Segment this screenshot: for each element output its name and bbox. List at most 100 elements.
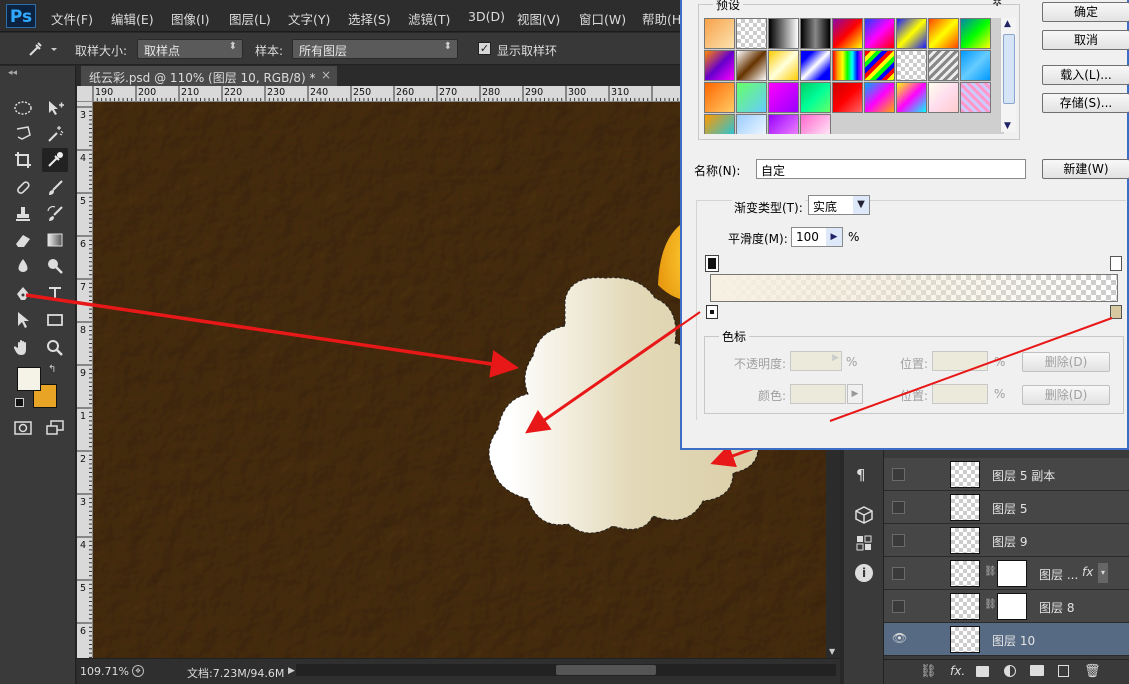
save-button[interactable]: 存储(S)... [1042, 93, 1129, 113]
opacity-stop-right[interactable] [1110, 256, 1122, 271]
layer-name[interactable]: 图层 8 [1039, 599, 1074, 616]
swap-colors-icon[interactable]: ↰ [48, 364, 56, 375]
menu-window[interactable]: 窗口(W) [579, 9, 626, 28]
quick-mask-button[interactable] [10, 416, 36, 440]
status-expand-icon[interactable]: ▶ [288, 666, 295, 676]
chevron-right-icon[interactable]: ▶ [826, 228, 842, 246]
menu-view[interactable]: 视图(V) [517, 9, 560, 28]
horizontal-scrollbar[interactable] [296, 664, 836, 676]
layer-row[interactable]: 👁 图层 10 [884, 623, 1129, 656]
menu-3d[interactable]: 3D(D) [468, 9, 505, 24]
menu-type[interactable]: 文字(Y) [288, 9, 330, 28]
ok-button[interactable]: 确定 [1042, 2, 1129, 22]
info-panel-icon[interactable]: i [855, 564, 873, 582]
eyedropper-preset-icon[interactable] [26, 40, 58, 61]
close-tab-icon[interactable]: × [321, 68, 331, 82]
scroll-thumb[interactable] [556, 665, 656, 675]
preset-gradient-swatch[interactable] [800, 82, 831, 113]
preset-gradient-swatch[interactable] [960, 50, 991, 81]
menu-edit[interactable]: 编辑(E) [111, 9, 154, 28]
layer-name[interactable]: 图层 ... [1039, 566, 1078, 583]
scroll-thumb[interactable] [1003, 34, 1015, 104]
preset-gradient-swatch[interactable] [768, 82, 799, 113]
clone-stamp-tool[interactable] [10, 202, 36, 226]
show-ring-checkbox[interactable]: ✓ [478, 42, 491, 55]
layer-thumbnail[interactable] [950, 461, 980, 488]
zoom-level[interactable]: 109.71% [80, 665, 129, 678]
gradient-preview-bar[interactable] [710, 274, 1118, 302]
preset-gradient-swatch[interactable] [896, 50, 927, 81]
lasso-tool[interactable] [10, 122, 36, 146]
presets-menu-icon[interactable]: ✲ [992, 0, 1002, 9]
layer-name[interactable]: 图层 5 副本 [992, 467, 1055, 484]
path-selection-tool[interactable] [10, 308, 36, 332]
layer-name[interactable]: 图层 5 [992, 500, 1027, 517]
menu-filter[interactable]: 滤镜(T) [408, 9, 450, 28]
scroll-down-arrow-icon[interactable]: ▼ [829, 647, 835, 656]
3d-panel-icon[interactable] [855, 506, 873, 527]
dodge-tool[interactable] [42, 254, 68, 278]
screen-mode-button[interactable] [42, 416, 68, 440]
layer-row[interactable]: 图层 9 [884, 524, 1129, 557]
gradient-tool[interactable] [42, 228, 68, 252]
layer-style-fx-icon[interactable]: fx. [950, 664, 965, 678]
preset-gradient-swatch[interactable] [704, 18, 735, 49]
paragraph-panel-icon[interactable]: ¶ [856, 466, 866, 484]
menu-layer[interactable]: 图层(L) [229, 9, 271, 28]
layer-name[interactable]: 图层 10 [992, 632, 1035, 649]
smoothness-input[interactable]: 100 ▶ [791, 227, 843, 247]
layer-thumbnail[interactable] [950, 494, 980, 521]
preset-gradient-swatch[interactable] [864, 50, 895, 81]
preset-gradient-swatch[interactable] [800, 50, 831, 81]
healing-brush-tool[interactable] [10, 176, 36, 200]
new-layer-icon[interactable] [1058, 665, 1069, 677]
brush-tool[interactable] [42, 176, 68, 200]
eraser-tool[interactable] [10, 228, 36, 252]
preset-gradient-swatch[interactable] [736, 50, 767, 81]
preset-gradient-swatch[interactable] [768, 50, 799, 81]
preset-gradient-swatch[interactable] [960, 18, 991, 49]
adjustments-panel-icon[interactable] [855, 534, 873, 555]
visibility-toggle[interactable] [892, 501, 905, 514]
gradient-type-select[interactable]: 实底 ▼ [808, 195, 870, 215]
preset-gradient-swatch[interactable] [800, 18, 831, 49]
eye-visibility-icon[interactable]: 👁 [892, 631, 907, 645]
preset-gradient-swatch[interactable] [704, 82, 735, 113]
preset-gradient-swatch[interactable] [736, 114, 767, 134]
menu-image[interactable]: 图像(I) [171, 9, 209, 28]
menu-select[interactable]: 选择(S) [348, 9, 391, 28]
type-tool[interactable] [42, 282, 68, 306]
presets-scrollbar[interactable]: ▲ ▼ [1000, 18, 1016, 132]
preset-gradient-swatch[interactable] [928, 82, 959, 113]
preset-gradient-swatch[interactable] [928, 50, 959, 81]
layer-thumbnail[interactable] [950, 527, 980, 554]
visibility-toggle[interactable] [892, 534, 905, 547]
preset-gradient-swatch[interactable] [800, 114, 831, 134]
layer-name[interactable]: 图层 9 [992, 533, 1027, 550]
preset-gradient-swatch[interactable] [704, 114, 735, 134]
cancel-button[interactable]: 取消 [1042, 30, 1129, 50]
zoom-tool[interactable] [42, 336, 68, 360]
new-group-icon[interactable] [1030, 665, 1044, 676]
hand-tool[interactable] [10, 336, 36, 360]
rectangle-tool[interactable] [42, 308, 68, 332]
color-stop-right[interactable] [1110, 305, 1122, 319]
sample-select[interactable]: 所有图层 ⬍ [292, 39, 458, 59]
scroll-down-arrow-icon[interactable]: ▼ [1004, 121, 1011, 131]
blur-tool[interactable] [10, 254, 36, 278]
preset-gradient-swatch[interactable] [736, 82, 767, 113]
scroll-up-arrow-icon[interactable]: ▲ [1004, 19, 1011, 29]
chain-link-icon[interactable]: ⛓ [984, 599, 997, 610]
layer-thumbnail[interactable] [950, 626, 980, 653]
pen-tool[interactable] [10, 282, 36, 306]
preset-gradient-swatch[interactable] [928, 18, 959, 49]
visibility-toggle[interactable] [892, 468, 905, 481]
elliptical-marquee-tool[interactable] [10, 96, 36, 120]
layer-thumbnail[interactable] [950, 560, 980, 587]
visibility-toggle[interactable] [892, 567, 905, 580]
layer-mask-thumbnail[interactable] [997, 593, 1027, 620]
document-tab[interactable]: 纸云彩.psd @ 110% (图层 10, RGB/8) * × [81, 66, 337, 86]
preset-gradient-swatch[interactable] [864, 18, 895, 49]
preset-gradient-swatch[interactable] [768, 114, 799, 134]
chain-link-icon[interactable]: ⛓ [984, 566, 997, 577]
